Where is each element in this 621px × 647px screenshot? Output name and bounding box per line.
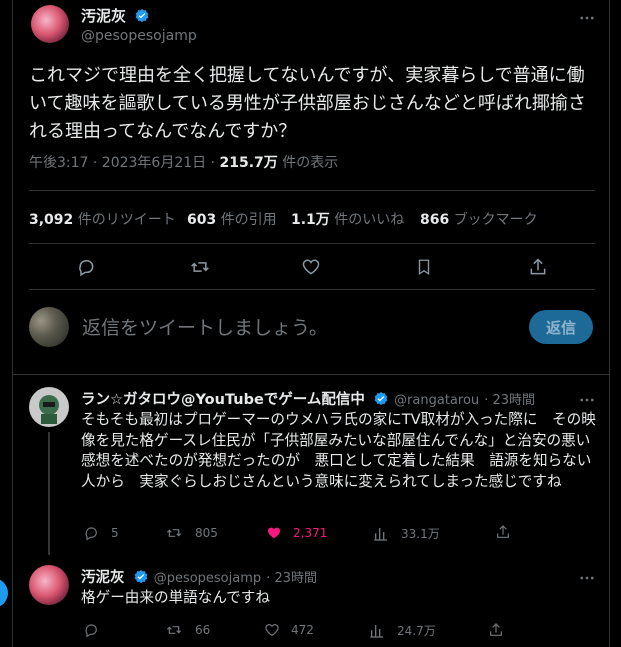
reply-author-row: ラン☆ガタロウ@YouTubeでゲーム配信中 @rangatarou · 23時… xyxy=(81,388,535,409)
reply-compose-input[interactable]: 返信をツイートしましょう。 xyxy=(82,313,328,340)
share-icon[interactable] xyxy=(495,524,511,540)
retweet-count: 805 xyxy=(195,526,218,540)
like-icon xyxy=(263,622,281,638)
reply-author-avatar[interactable] xyxy=(29,387,69,427)
like-count: 472 xyxy=(291,623,314,637)
view-count-label: 件の表示 xyxy=(282,155,339,171)
reply-icon[interactable] xyxy=(76,257,96,277)
like-count: 1.1万 xyxy=(291,212,330,228)
verified-badge-icon xyxy=(134,8,150,24)
bookmark-label: ブックマーク xyxy=(453,212,538,228)
retweet-icon xyxy=(165,622,183,638)
share-icon[interactable] xyxy=(528,257,548,277)
analytics-icon xyxy=(373,526,389,542)
author-avatar[interactable] xyxy=(31,5,69,43)
retweet-stat[interactable]: 3,092 件のリツイート xyxy=(29,209,176,229)
reply-author-avatar[interactable] xyxy=(29,565,69,605)
floating-compose-button[interactable] xyxy=(0,578,8,608)
timestamp[interactable]: 午後3:17 · 2023年6月21日 xyxy=(29,155,206,171)
verified-badge-icon xyxy=(373,391,389,407)
reply-like-action[interactable]: 2,371 xyxy=(265,525,327,541)
reply-reply-action[interactable]: 5 xyxy=(83,525,119,541)
bookmark-stat[interactable]: 866 ブックマーク xyxy=(420,209,538,229)
view-count: 215.7万 xyxy=(219,155,278,171)
reply-icon xyxy=(83,525,99,541)
like-filled-icon xyxy=(265,525,283,541)
quote-count: 603 xyxy=(187,212,217,228)
like-icon[interactable] xyxy=(301,257,321,277)
reply-author-name[interactable]: ラン☆ガタロウ@YouTubeでゲーム配信中 xyxy=(81,392,365,408)
reply-time[interactable]: · 23時間 xyxy=(266,571,317,586)
verified-badge-icon xyxy=(133,569,149,585)
reply-text: そもそも最初はプロゲーマーのウメハラ氏の家にTV取材が入った際に その映像を見た… xyxy=(81,411,596,490)
retweet-count: 3,092 xyxy=(29,212,74,228)
author-handle[interactable]: @pesopesojamp xyxy=(81,28,197,44)
like-label: 件のいいね xyxy=(334,212,405,228)
tweet-text: これマジで理由を全く把握してないんですが、実家暮らしで普通に働いて趣味を謳歌して… xyxy=(29,65,586,142)
reply-icon[interactable] xyxy=(83,622,99,638)
reply-button[interactable]: 返信 xyxy=(529,310,593,344)
divider xyxy=(29,289,595,290)
reply-author-handle[interactable]: @pesopesojamp xyxy=(154,571,261,586)
reply-count: 5 xyxy=(111,526,119,540)
reply-retweet-action[interactable]: 805 xyxy=(165,525,218,541)
like-stat[interactable]: 1.1万 件のいいね xyxy=(291,209,404,229)
more-icon[interactable] xyxy=(578,569,596,587)
more-icon[interactable] xyxy=(578,391,596,409)
current-user-avatar[interactable] xyxy=(29,307,69,347)
retweet-icon[interactable] xyxy=(189,257,211,277)
bookmark-icon[interactable] xyxy=(415,257,433,277)
quote-label: 件の引用 xyxy=(220,212,277,228)
quote-stat[interactable]: 603 件の引用 xyxy=(187,209,277,229)
divider xyxy=(13,374,609,375)
reply-author-handle[interactable]: @rangatarou xyxy=(394,393,479,408)
reply-retweet-action[interactable]: 66 xyxy=(165,622,210,638)
share-icon[interactable] xyxy=(488,622,504,638)
timestamp-row: 午後3:17 · 2023年6月21日 · 215.7万 件の表示 xyxy=(29,155,339,171)
retweet-label: 件のリツイート xyxy=(77,212,176,228)
reply-time[interactable]: · 23時間 xyxy=(484,393,535,408)
view-count: 24.7万 xyxy=(397,624,436,638)
like-count: 2,371 xyxy=(293,526,328,540)
thread-line xyxy=(48,432,50,555)
reply-text: 格ゲー由来の単語なんですね xyxy=(81,589,270,606)
retweet-count: 66 xyxy=(195,623,211,637)
reply-like-action[interactable]: 472 xyxy=(263,622,314,638)
reply-views-action[interactable]: 33.1万 xyxy=(373,525,440,542)
author-name-row: 汚泥灰 xyxy=(81,5,150,26)
more-icon[interactable] xyxy=(578,9,596,27)
reply-author-name[interactable]: 汚泥灰 xyxy=(81,570,125,586)
reply-views-action[interactable]: 24.7万 xyxy=(369,622,436,639)
analytics-icon xyxy=(369,623,385,639)
view-count: 33.1万 xyxy=(401,527,440,541)
divider xyxy=(29,190,595,191)
retweet-icon xyxy=(165,525,183,541)
bookmark-count: 866 xyxy=(420,212,450,228)
divider xyxy=(29,243,595,244)
author-name[interactable]: 汚泥灰 xyxy=(81,7,126,25)
reply-author-row: 汚泥灰 @pesopesojamp · 23時間 xyxy=(81,566,317,587)
